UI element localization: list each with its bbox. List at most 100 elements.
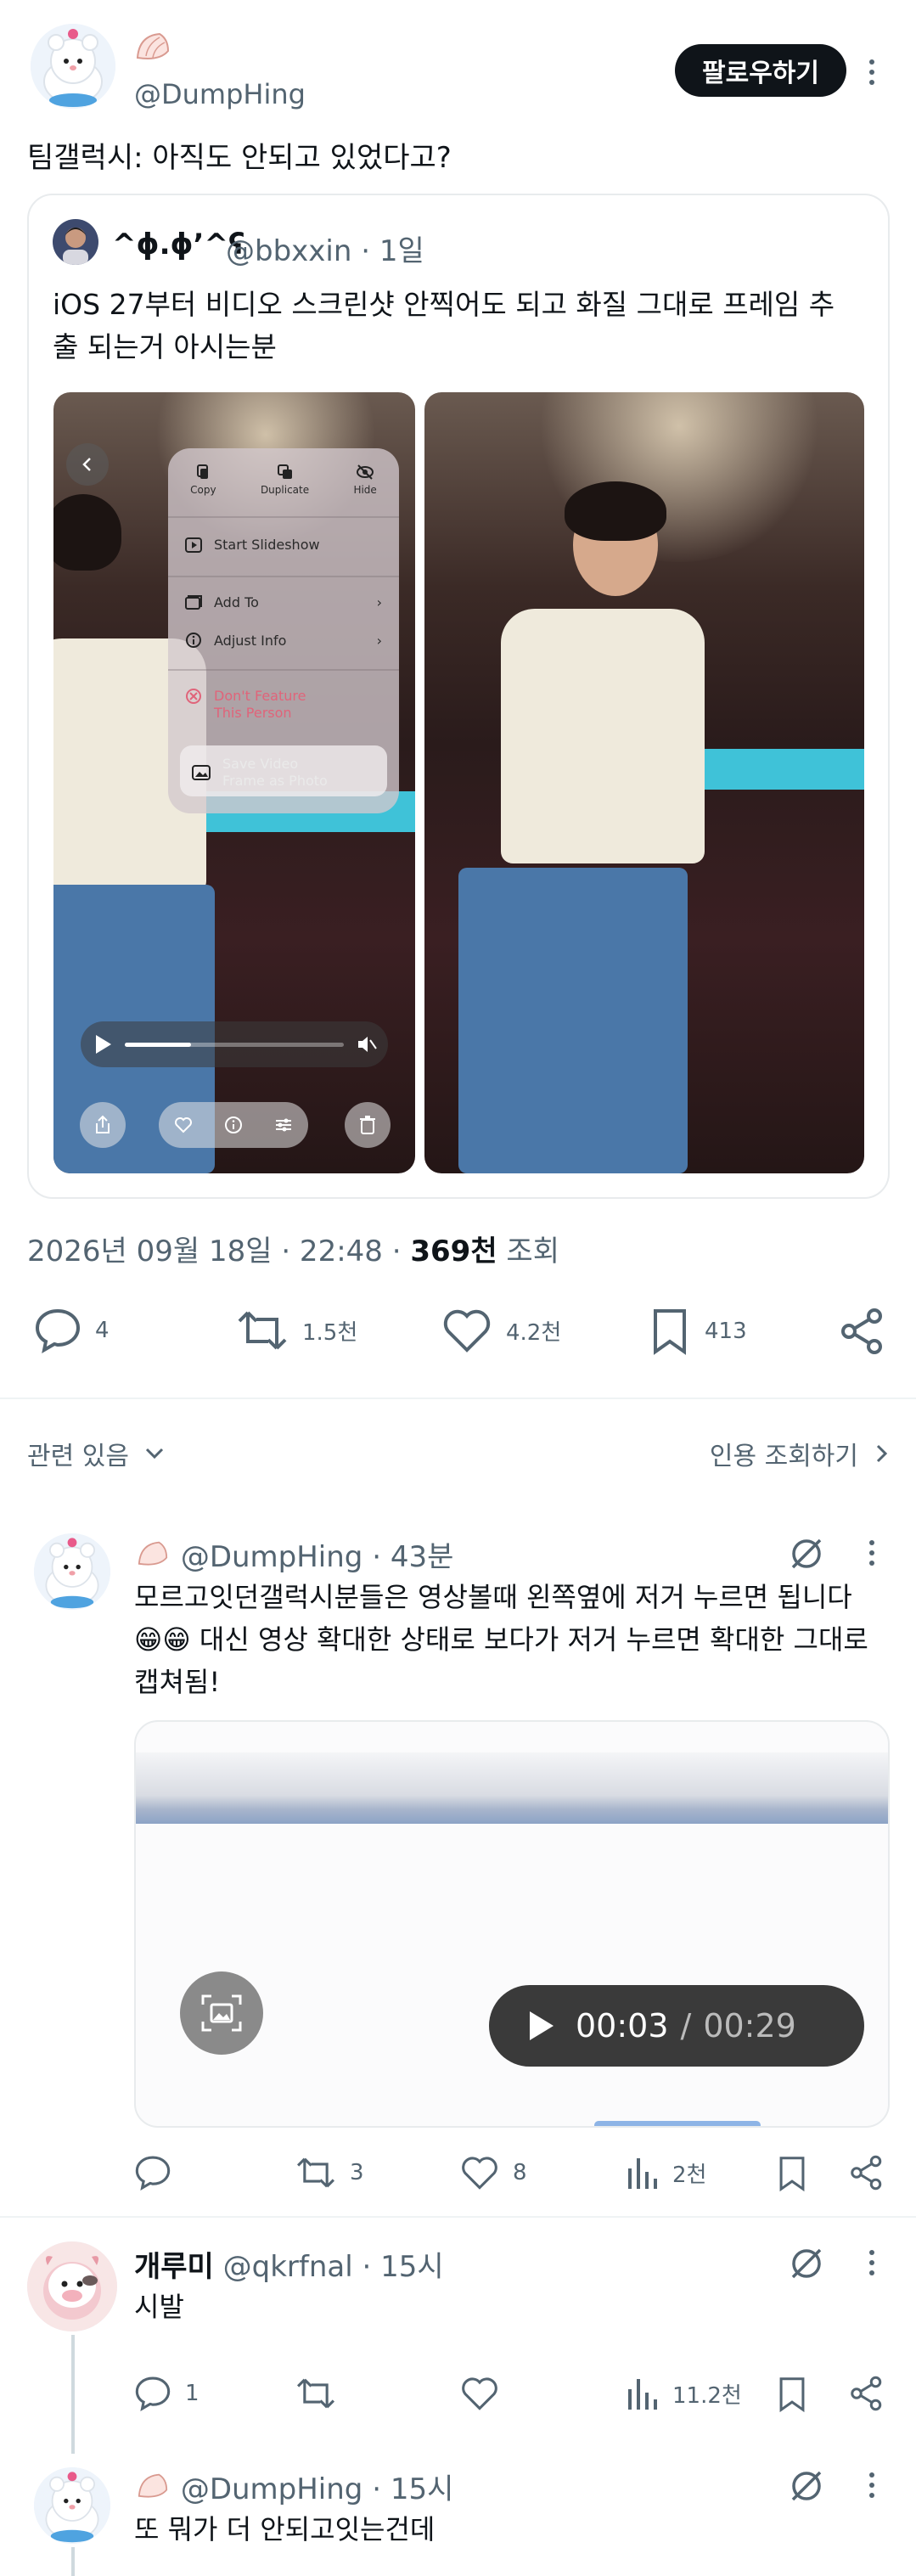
grok-analyze-icon[interactable] — [788, 2245, 825, 2282]
reply-1-like-button[interactable]: 8 — [460, 2155, 527, 2191]
retweet-button[interactable]: 1.5천 — [236, 1308, 357, 1353]
reply-text: 시발 — [134, 2291, 184, 2323]
view-count[interactable]: 369천 — [410, 1235, 497, 1268]
chevron-right-icon — [876, 1444, 888, 1463]
reply-bubble-icon — [35, 1308, 81, 1353]
reply-2-retweet-button[interactable] — [295, 2376, 336, 2411]
video-progress[interactable] — [594, 2121, 761, 2126]
photo-frame-icon — [192, 765, 211, 780]
heart-outline-icon — [462, 2157, 497, 2190]
divider — [0, 2216, 916, 2218]
follow-button[interactable]: 팔로우하기 — [675, 44, 846, 97]
like-button[interactable]: 4.2천 — [441, 1308, 561, 1353]
trash-icon — [360, 1116, 375, 1134]
video-time-pill[interactable]: 00:03 / 00:29 — [489, 1985, 864, 2067]
quoted-author-name[interactable]: ^ɸ.ɸʼ^ʕ — [112, 228, 244, 262]
reply-1-views[interactable]: 2천 — [627, 2155, 706, 2191]
menu-dont-feature-label: Don't Feature This Person — [214, 688, 306, 721]
menu-copy-label: Copy — [190, 484, 216, 496]
video-current-time: 00:03 — [576, 2007, 669, 2044]
photo-capture-icon — [201, 1994, 242, 2032]
grok-analyze-icon[interactable] — [788, 2467, 825, 2505]
photo-actions-pill — [159, 1102, 308, 1148]
menu-add-to[interactable]: Add To › — [185, 594, 382, 610]
reply-time: · 43분 — [362, 1540, 454, 1574]
chevron-right-icon: › — [376, 594, 382, 610]
chevron-down-icon — [145, 1448, 163, 1460]
menu-copy[interactable]: Copy — [190, 464, 216, 496]
reply-handle[interactable]: @DumpHing — [181, 1540, 363, 1574]
menu-hide[interactable]: Hide — [353, 464, 377, 496]
menu-save-video-frame-label: Save Video Frame as Photo — [222, 756, 328, 789]
reply-handle[interactable]: @qkrfnal — [223, 2250, 353, 2284]
reply-handle[interactable]: @DumpHing — [181, 2472, 363, 2506]
share-button[interactable] — [839, 1308, 886, 1355]
menu-dont-feature[interactable]: Don't Feature This Person — [185, 688, 382, 722]
view-label: 조회 — [497, 1235, 559, 1268]
reply-2-reply-button[interactable]: 1 — [134, 2376, 199, 2411]
play-icon[interactable] — [93, 1033, 113, 1055]
related-dropdown[interactable]: 관련 있음 — [27, 1435, 165, 1472]
quoted-author-avatar[interactable] — [53, 219, 98, 265]
copy-icon — [197, 464, 209, 479]
reply-author-avatar[interactable] — [34, 2467, 110, 2544]
reply-1-share-button[interactable] — [849, 2155, 885, 2191]
video-scrubber[interactable] — [125, 1043, 344, 1047]
reply-2-views[interactable]: 11.2천 — [627, 2376, 742, 2411]
grok-analyze-icon[interactable] — [788, 1535, 825, 1572]
quote-views-link[interactable]: 인용 조회하기 — [710, 1435, 889, 1472]
bookmark-icon — [779, 2157, 805, 2192]
menu-start-slideshow[interactable]: Start Slideshow — [185, 537, 382, 553]
reply-1-retweet-button[interactable]: 3 — [295, 2155, 364, 2191]
more-options-icon[interactable] — [869, 2472, 874, 2498]
reply-2-share-button[interactable] — [849, 2376, 885, 2411]
reply-2-view-count: 11.2천 — [672, 2382, 742, 2409]
capture-frame-button[interactable] — [180, 1971, 263, 2055]
reply-2-bookmark-button[interactable] — [776, 2376, 808, 2413]
info-icon[interactable] — [224, 1116, 243, 1134]
delete-button[interactable] — [345, 1102, 391, 1148]
thread-connector — [71, 2547, 75, 2576]
reply-header: @DumpHing · 15시 — [134, 2466, 453, 2507]
reply-text: 모르고잇던갤럭시분들은 영상볼때 왼쪽옆에 저거 누르면 됩니다😁😁 대신 영상… — [134, 1581, 868, 1698]
menu-save-video-frame[interactable]: Save Video Frame as Photo — [180, 745, 387, 796]
like-count: 4.2천 — [506, 1319, 562, 1346]
reply-2-like-button[interactable] — [460, 2376, 499, 2411]
video-player-bar[interactable] — [81, 1021, 388, 1067]
mute-icon[interactable] — [356, 1033, 378, 1055]
more-options-icon[interactable] — [869, 59, 874, 85]
reply-video[interactable]: 00:03 / 00:29 — [134, 1720, 890, 2128]
clam-shell-icon — [138, 1541, 168, 1566]
more-options-icon[interactable] — [869, 1540, 874, 1566]
chevron-right-icon: › — [376, 632, 382, 649]
cow-mascot-avatar-icon — [27, 2241, 117, 2331]
author-avatar[interactable] — [31, 24, 115, 109]
menu-adjust-info[interactable]: Adjust Info › — [185, 632, 382, 649]
play-icon[interactable] — [525, 2008, 557, 2044]
back-button[interactable] — [66, 443, 109, 486]
reply-author-name[interactable]: 개루미 — [134, 2250, 214, 2284]
more-options-icon[interactable] — [869, 2250, 874, 2275]
heart-outline-icon[interactable] — [174, 1116, 193, 1133]
quoted-author-handle[interactable]: @bbxxin · 1일 — [226, 228, 424, 269]
performer-hair — [565, 481, 666, 541]
person-photo-avatar-icon — [53, 219, 98, 265]
share-sheet-button[interactable] — [80, 1102, 126, 1148]
media-image-right[interactable] — [424, 392, 864, 1173]
retweet-icon — [297, 2378, 334, 2409]
bear-mascot-avatar-icon — [34, 2467, 110, 2544]
share-nodes-icon — [851, 2376, 882, 2411]
reply-button[interactable]: 4 — [34, 1308, 110, 1353]
reply-1-bookmark-button[interactable] — [776, 2155, 808, 2192]
reply-time: · 15시 — [362, 2472, 454, 2506]
reply-author-avatar[interactable] — [34, 1533, 110, 1610]
reply-bubble-icon — [135, 2376, 171, 2411]
menu-duplicate[interactable]: Duplicate — [261, 464, 309, 496]
quote-views-label: 인용 조회하기 — [709, 1442, 858, 1471]
reply-1-reply-button[interactable] — [134, 2155, 171, 2191]
reply-author-avatar[interactable] — [27, 2241, 117, 2331]
adjust-sliders-icon[interactable] — [274, 1116, 293, 1133]
author-handle[interactable]: @DumpHing — [134, 78, 306, 110]
reply-1-retweet-count: 3 — [350, 2160, 364, 2185]
bookmark-button[interactable]: 413 — [649, 1308, 747, 1355]
